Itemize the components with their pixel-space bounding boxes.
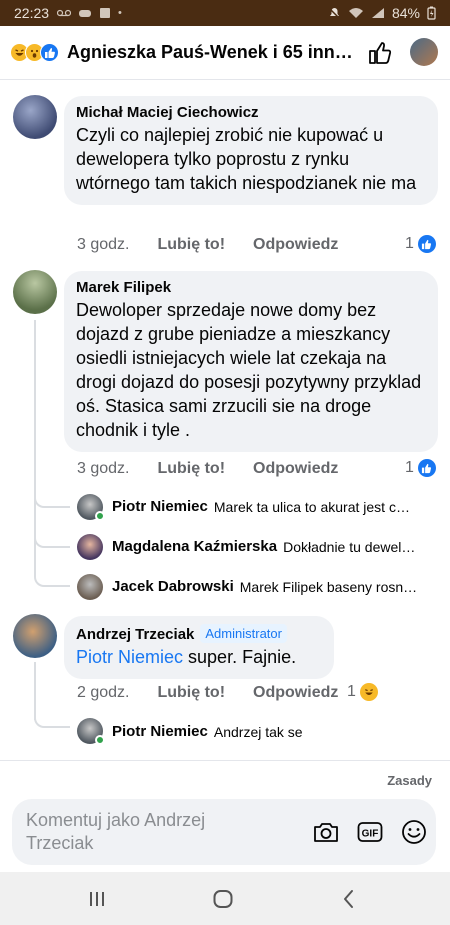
reply-text: Marek ta ulica to akurat jest c… (213, 498, 410, 515)
like-button[interactable]: Lubię to! (157, 684, 225, 702)
avatar[interactable] (13, 614, 57, 658)
back-icon[interactable] (337, 887, 361, 911)
reply-preview[interactable]: Jacek Dabrowski Marek Filipek baseny ros… (112, 578, 438, 595)
like-button[interactable]: Lubię to! (157, 236, 225, 254)
user-avatar[interactable] (410, 38, 438, 66)
reply-preview[interactable]: Piotr Niemiec Andrzej tak se (112, 723, 438, 740)
avatar[interactable] (77, 574, 103, 600)
signal-icon (371, 8, 384, 18)
status-time: 22:23 (14, 5, 50, 21)
reply-text: Marek Filipek baseny rosn… (239, 578, 418, 595)
comment-bubble[interactable]: Andrzej Trzeciak Administrator Piotr Niem… (64, 616, 334, 679)
comment-time[interactable]: 2 godz. (77, 684, 129, 702)
comment-footer: Zasady Komentuj jako Andrzej Trzeciak GI… (0, 760, 450, 872)
reply-button[interactable]: Odpowiedz (253, 684, 338, 702)
comment-author[interactable]: Michał Maciej Ciechowicz (76, 104, 426, 121)
comment-text: Dewoloper sprzedaje nowe domy bez dojazd… (76, 300, 422, 440)
avatar[interactable] (13, 95, 57, 139)
reply-author[interactable]: Piotr Niemiec (112, 498, 208, 515)
comment-time[interactable]: 3 godz. (77, 236, 129, 254)
comment-time[interactable]: 3 godz. (77, 460, 129, 478)
rules-link[interactable]: Zasady (387, 773, 432, 788)
reaction-count[interactable]: 1 (405, 235, 436, 253)
online-indicator (95, 511, 105, 521)
reply-preview[interactable]: Magdalena Kaźmierska Dokładnie tu dewel… (112, 538, 438, 555)
battery-charging-icon (427, 6, 436, 20)
notification-icons: • (57, 7, 122, 19)
reactions-header: Agnieszka Pauś-Wenek i 65 inn… (0, 26, 450, 80)
reaction-summary[interactable] (10, 43, 59, 62)
reaction-count[interactable]: 1 (347, 683, 378, 701)
reaction-count-value: 1 (347, 683, 356, 700)
like-reaction-icon (417, 459, 436, 477)
comment-actions: 3 godz. Lubię to! Odpowiedz (77, 236, 366, 254)
like-outline-icon[interactable] (368, 41, 394, 65)
reply-button[interactable]: Odpowiedz (253, 460, 338, 478)
avatar[interactable] (13, 270, 57, 314)
thread-elbow (34, 492, 70, 508)
comment-placeholder: Komentuj jako Andrzej Trzeciak (26, 810, 206, 853)
status-bar: 22:23 • 84% (0, 0, 450, 26)
reaction-count-value: 1 (405, 459, 414, 476)
reply-author[interactable]: Piotr Niemiec (112, 723, 208, 740)
admin-badge: Administrator (200, 624, 287, 643)
comment-author-row: Andrzej Trzeciak Administrator (76, 624, 322, 643)
emoji-icon[interactable] (400, 818, 428, 846)
comment-author[interactable]: Andrzej Trzeciak (76, 626, 194, 643)
reaction-count[interactable]: 1 (405, 459, 436, 477)
reply-author[interactable]: Jacek Dabrowski (112, 578, 234, 595)
home-icon[interactable] (211, 887, 235, 911)
wifi-icon (348, 8, 363, 18)
reply-author[interactable]: Magdalena Kaźmierska (112, 538, 277, 555)
dot-icon: • (118, 7, 122, 19)
reply-preview[interactable]: Piotr Niemiec Marek ta ulica to akurat j… (112, 498, 438, 515)
gallery-icon (100, 8, 111, 18)
comment-actions: 2 godz. Lubię to! Odpowiedz (77, 684, 366, 702)
reply-button[interactable]: Odpowiedz (253, 236, 338, 254)
game-icon (79, 9, 92, 17)
svg-text:GIF: GIF (362, 829, 379, 840)
reply-text: Andrzej tak se (213, 723, 303, 740)
thread-elbow (34, 708, 70, 728)
mention-link[interactable]: Piotr Niemiec (76, 647, 183, 667)
like-reaction-icon (40, 43, 59, 62)
system-icons: 84% (328, 5, 436, 21)
camera-icon[interactable] (312, 818, 340, 846)
voicemail-icon (57, 9, 72, 17)
comment-author[interactable]: Marek Filipek (76, 279, 426, 296)
reaction-count-value: 1 (405, 235, 414, 252)
comments-list: Michał Maciej Ciechowicz Czyli co najlep… (0, 80, 450, 760)
online-indicator (95, 735, 105, 745)
comment-bubble[interactable]: Michał Maciej Ciechowicz Czyli co najlep… (64, 96, 438, 205)
reactions-title[interactable]: Agnieszka Pauś-Wenek i 65 inn… (67, 42, 353, 63)
mute-icon (328, 6, 341, 20)
gif-icon[interactable]: GIF (356, 818, 384, 846)
comment-input[interactable]: Komentuj jako Andrzej Trzeciak GIF (12, 799, 436, 865)
like-reaction-icon (417, 235, 436, 253)
thread-elbow (34, 516, 70, 587)
comment-text: Czyli co najlepiej zrobić nie kupować u … (76, 125, 417, 193)
battery-percent: 84% (391, 5, 420, 21)
avatar[interactable] (77, 534, 103, 560)
comment-bubble[interactable]: Marek Filipek Dewoloper sprzedaje nowe d… (64, 271, 438, 452)
thread-line (34, 320, 36, 516)
comment-actions: 3 godz. Lubię to! Odpowiedz (77, 460, 366, 478)
comment-text: super. Fajnie. (183, 647, 297, 667)
recent-apps-icon[interactable] (85, 887, 109, 911)
comment-text-row: Piotr Niemiec super. Fajnie. (76, 645, 322, 669)
like-button[interactable]: Lubię to! (157, 460, 225, 478)
system-navigation-bar (0, 872, 450, 925)
reply-text: Dokładnie tu dewel… (283, 538, 416, 555)
haha-reaction-icon (359, 683, 378, 701)
